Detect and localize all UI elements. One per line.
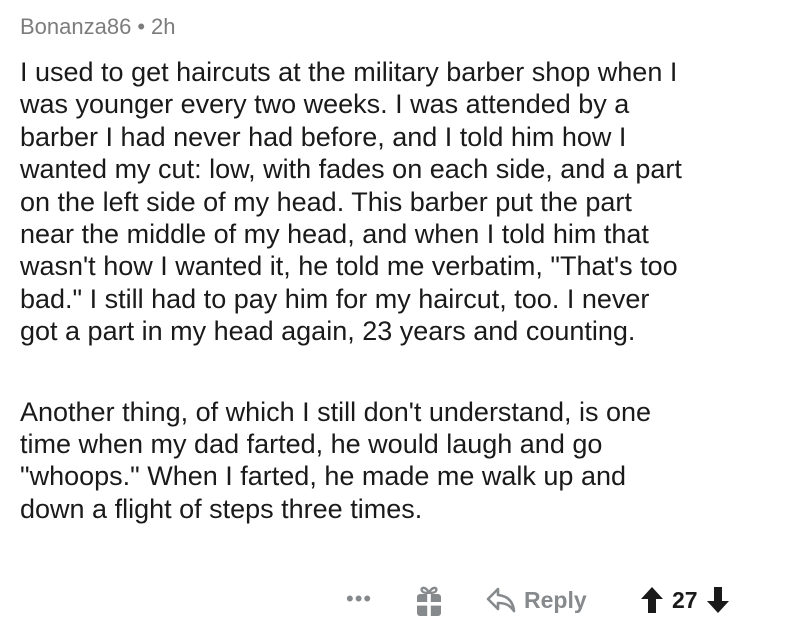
more-options-button[interactable]: •••	[346, 584, 372, 614]
comment-age: 2h	[151, 14, 176, 39]
downvote-arrow-icon[interactable]	[706, 586, 730, 614]
award-button[interactable]	[414, 582, 444, 618]
vote-score: 27	[672, 586, 698, 613]
comment-paragraph-1: I used to get haircuts at the military b…	[20, 57, 682, 347]
comment-meta: Bonanza86 • 2h	[20, 11, 176, 43]
author-name[interactable]: Bonanza86	[20, 14, 131, 39]
gift-award-icon	[417, 586, 441, 616]
vote-controls: 27	[640, 582, 730, 618]
comment-body: I used to get haircuts at the military b…	[20, 56, 780, 525]
reply-arrow-icon	[486, 587, 516, 613]
comment-paragraph-2: Another thing, of which I still don't un…	[20, 396, 652, 524]
upvote-arrow-icon[interactable]	[640, 586, 664, 614]
reply-button[interactable]: Reply	[486, 582, 587, 618]
meta-separator: •	[137, 14, 146, 39]
comment-actions: ••• Reply 27	[20, 582, 780, 622]
reply-label: Reply	[524, 586, 587, 613]
